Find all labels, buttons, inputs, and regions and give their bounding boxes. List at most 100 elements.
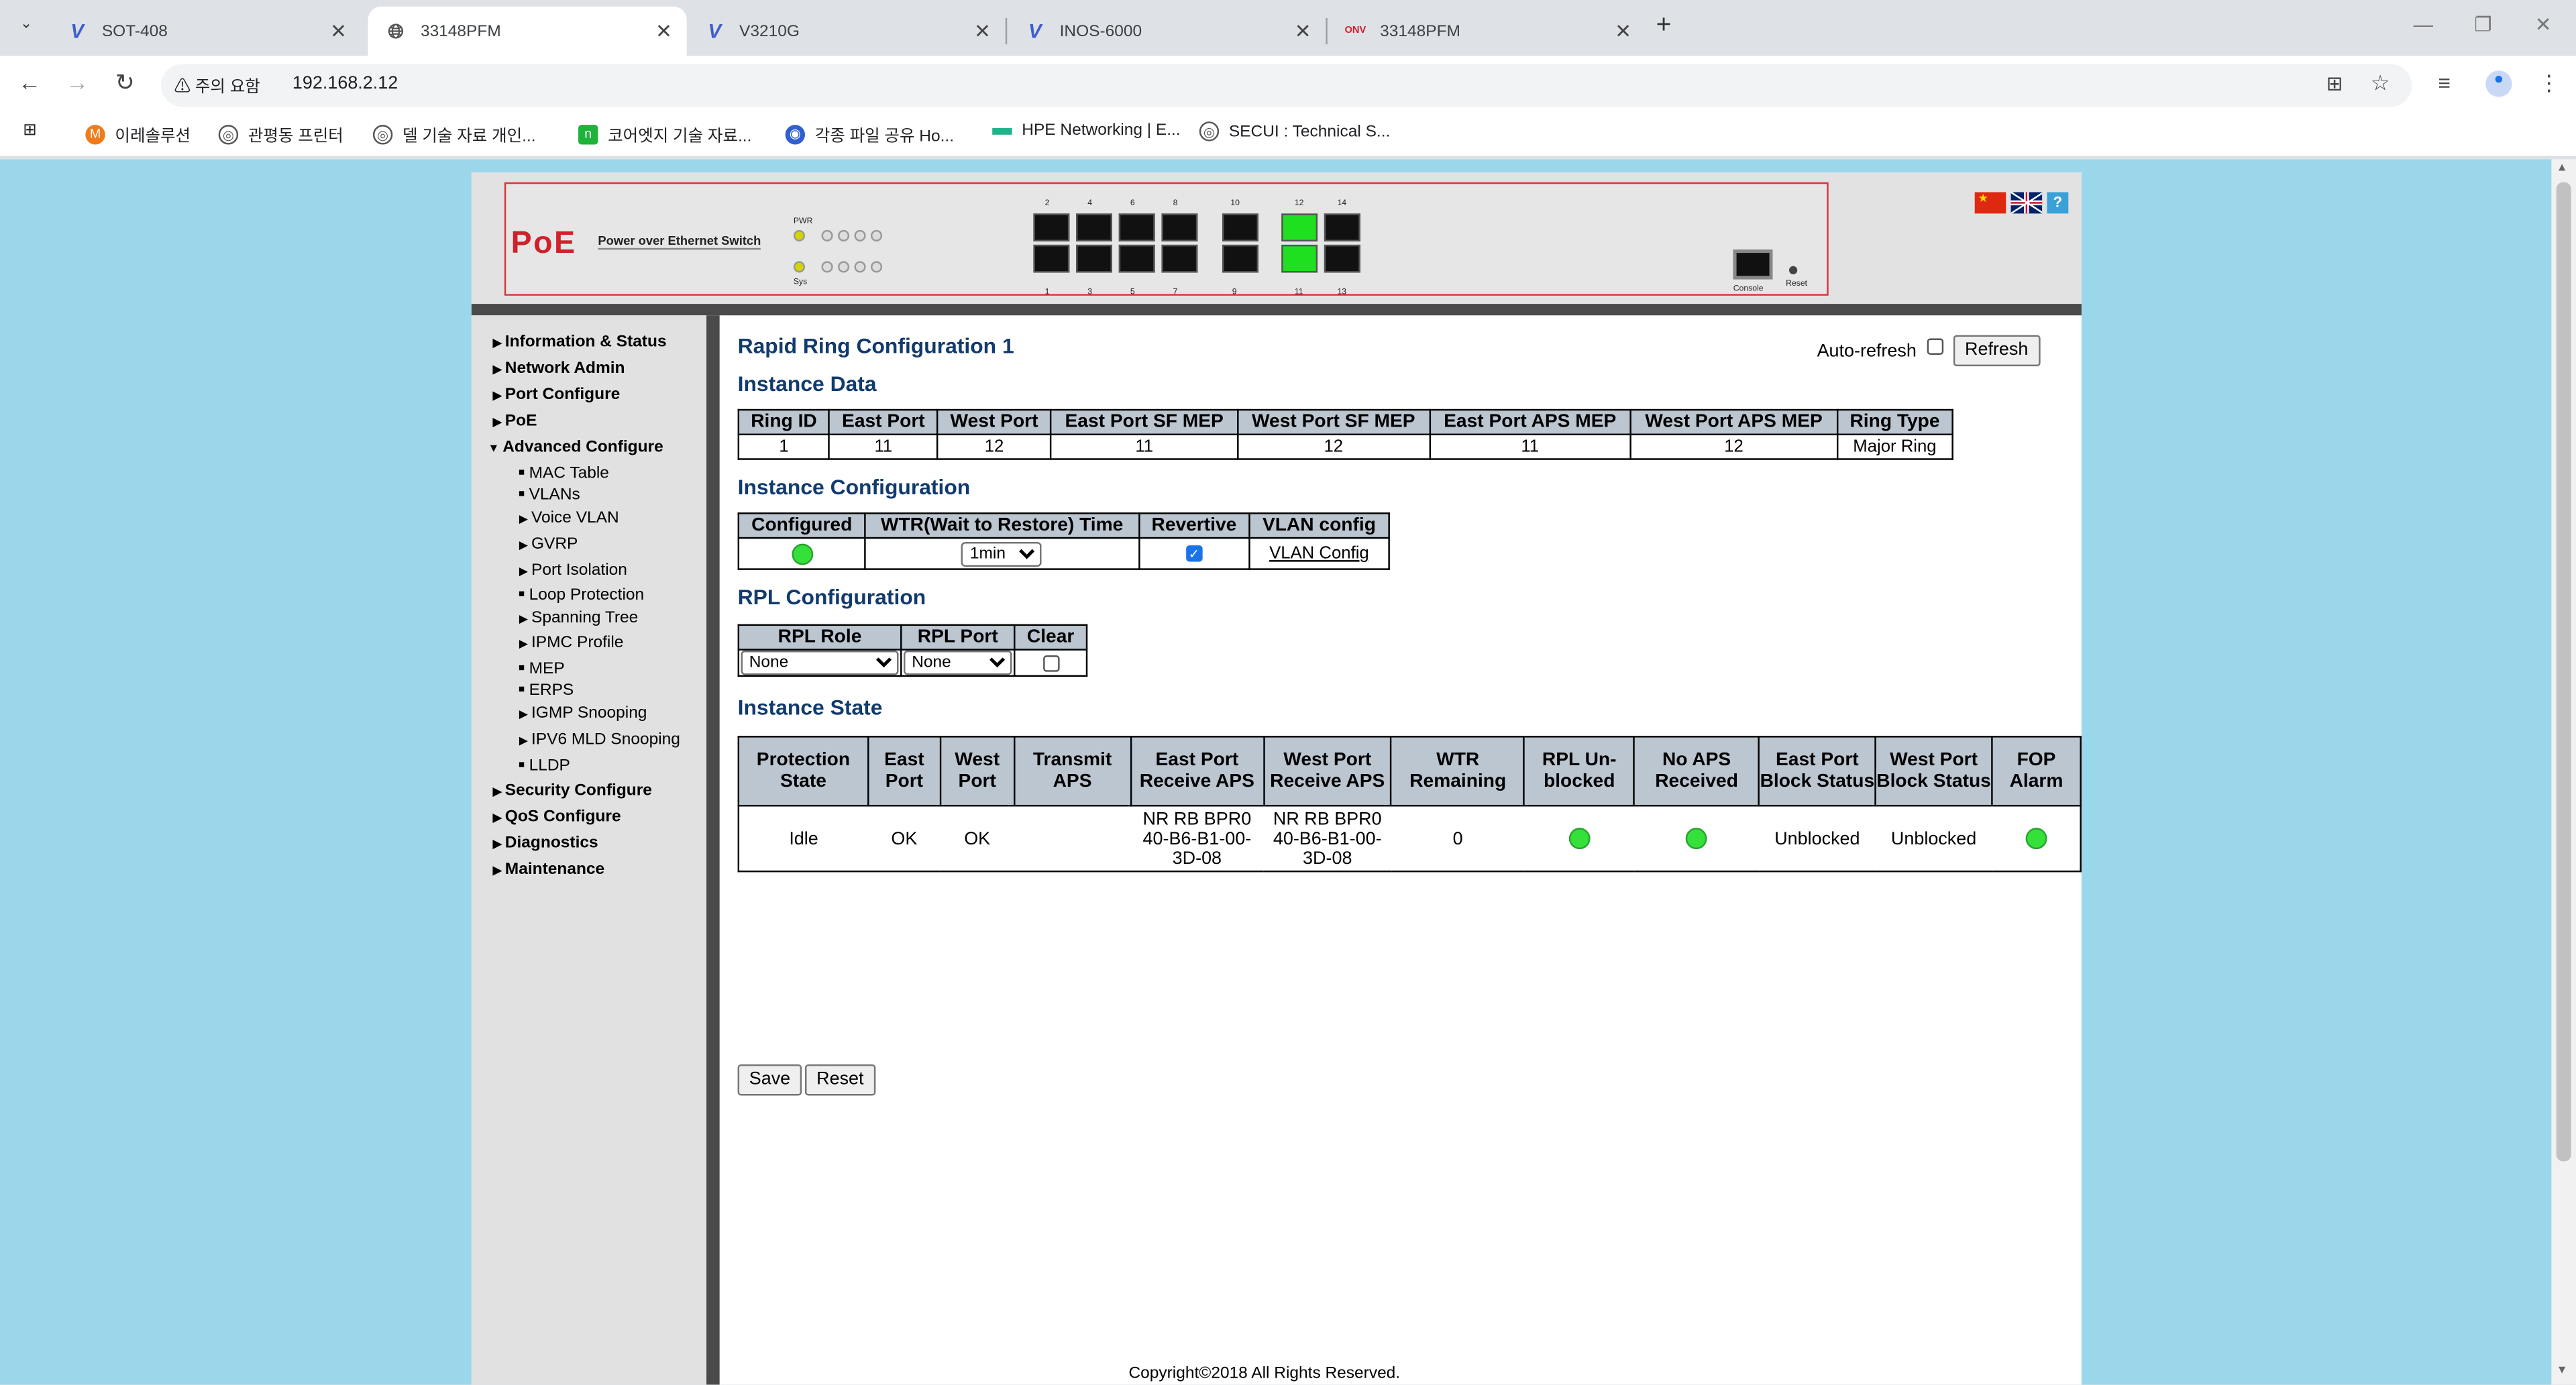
port-9[interactable] xyxy=(1222,244,1258,273)
reload-icon[interactable]: ↻ xyxy=(110,69,140,97)
rpl-port-select[interactable]: None xyxy=(903,650,1012,675)
wtr-time-select[interactable]: 1min xyxy=(961,541,1042,566)
reset-button[interactable]: Reset xyxy=(805,1064,875,1096)
bookmark-1[interactable]: M 이레솔루션 xyxy=(85,121,191,146)
china-flag-icon[interactable]: ★ xyxy=(1974,192,2006,214)
rpl-role-select[interactable]: None xyxy=(741,650,899,675)
port-7[interactable] xyxy=(1161,244,1198,273)
tab-33148pfm-onv[interactable]: ONV 33148PFM ✕ xyxy=(1328,7,1646,56)
tab-v3210g[interactable]: V V3210G ✕ xyxy=(687,7,1006,56)
bookmark-7[interactable]: ◎ SECUI : Technical S... xyxy=(1199,121,1390,142)
configured-status-icon xyxy=(791,543,813,565)
nav-qos-configure[interactable]: ▶ QoS Configure xyxy=(493,808,621,826)
tab-33148pfm-active[interactable]: 🌐︎ 33148PFM ✕ xyxy=(368,6,687,56)
bookmark-5[interactable]: ◉ 각종 파일 공유 Ho... xyxy=(785,121,954,146)
scroll-down-icon[interactable]: ▼ xyxy=(2557,1365,2568,1376)
minimize-icon[interactable]: — xyxy=(2414,13,2433,36)
nav-voice-vlan[interactable]: ▶ Voice VLAN xyxy=(519,509,619,527)
pwr-led xyxy=(793,229,806,242)
revertive-checkbox[interactable]: ✓ xyxy=(1185,545,1203,563)
nav-network-admin[interactable]: ▶ Network Admin xyxy=(493,359,625,378)
window-close-icon[interactable]: ✕ xyxy=(2535,13,2552,36)
nav-ipv6-mld-snooping[interactable]: ▶ IPV6 MLD Snooping xyxy=(519,731,680,749)
port-2[interactable] xyxy=(1033,213,1070,242)
nav-gvrp[interactable]: ▶ GVRP xyxy=(519,535,578,553)
bookmark-4[interactable]: n 코어엣지 기술 자료... xyxy=(578,121,751,146)
port-14[interactable] xyxy=(1324,213,1360,242)
port-4[interactable] xyxy=(1076,213,1112,242)
nav-erps[interactable]: ERPS xyxy=(519,681,574,700)
profile-icon[interactable]: ● xyxy=(2485,70,2512,97)
nav-information-status[interactable]: ▶ Information & Status xyxy=(493,333,667,351)
nav-port-configure[interactable]: ▶ Port Configure xyxy=(493,386,621,404)
tab-sot-408[interactable]: V SOT-408 ✕ xyxy=(49,7,361,56)
save-button[interactable]: Save xyxy=(737,1064,802,1096)
bookmark-6[interactable]: HPE Networking | E... xyxy=(992,121,1181,140)
west-receive-aps-cell: NR RB BPR0 40-B6-B1-00-3D-08 xyxy=(1273,809,1382,869)
apps-icon[interactable]: ⊞ xyxy=(23,121,37,140)
close-icon[interactable]: ✕ xyxy=(969,19,996,42)
close-icon[interactable]: ✕ xyxy=(651,19,677,42)
vlan-config-cell: VLAN Config xyxy=(1248,537,1390,570)
port-12[interactable] xyxy=(1281,213,1318,242)
tab-search-icon[interactable]: ⌄ xyxy=(13,15,40,41)
translate-icon[interactable]: ⊞ xyxy=(2326,72,2343,95)
nav-port-isolation[interactable]: ▶ Port Isolation xyxy=(519,562,627,580)
port-number: 1 xyxy=(1044,287,1050,298)
refresh-button[interactable]: Refresh xyxy=(1953,335,2040,367)
nav-diagnostics[interactable]: ▶ Diagnostics xyxy=(493,834,598,852)
port-1[interactable] xyxy=(1033,244,1070,273)
security-warning[interactable]: ⚠ 주의 요함 xyxy=(174,72,260,97)
bookmark-2[interactable]: ◎ 관평동 프린터 xyxy=(218,121,343,146)
close-icon[interactable]: ✕ xyxy=(1289,19,1316,42)
vlan-config-link[interactable]: VLAN Config xyxy=(1269,544,1369,563)
nav-mep[interactable]: MEP xyxy=(519,660,565,678)
nav-lldp[interactable]: LLDP xyxy=(519,757,570,775)
tab-inos-6000[interactable]: V INOS-6000 ✕ xyxy=(1007,7,1326,56)
bookmark-star-icon[interactable]: ☆ xyxy=(2371,70,2390,97)
port-10[interactable] xyxy=(1222,213,1258,242)
clear-cell xyxy=(1014,649,1088,677)
bookmark-3[interactable]: ◎ 델 기술 자료 개인... xyxy=(372,121,536,146)
clear-checkbox[interactable] xyxy=(1042,655,1059,671)
tab-list-icon[interactable]: ≡ xyxy=(2438,70,2451,95)
nav-igmp-snooping[interactable]: ▶ IGMP Snooping xyxy=(519,705,647,723)
column-header: RPL Un-blocked xyxy=(1523,736,1635,807)
auto-refresh-checkbox[interactable] xyxy=(1926,338,1943,355)
transmit-aps-cell xyxy=(1014,806,1131,871)
url-text[interactable]: 192.168.2.12 xyxy=(292,74,398,93)
port-11[interactable] xyxy=(1281,244,1318,273)
nav-spanning-tree[interactable]: ▶ Spanning Tree xyxy=(519,610,638,628)
port-8[interactable] xyxy=(1161,213,1198,242)
nav-vlans[interactable]: VLANs xyxy=(519,486,580,504)
port-3[interactable] xyxy=(1076,244,1112,273)
instance-config-table: Configured WTR(Wait to Restore) Time Rev… xyxy=(737,512,1390,570)
port-5[interactable] xyxy=(1118,244,1155,273)
page-scrollbar[interactable]: ▲ ▼ xyxy=(2551,159,2576,1385)
nav-poe[interactable]: ▶ PoE xyxy=(493,412,537,431)
menu-icon[interactable]: ⋮ xyxy=(2538,70,2560,97)
nav-security-configure[interactable]: ▶ Security Configure xyxy=(493,782,652,800)
help-icon[interactable]: ? xyxy=(2047,192,2069,214)
new-tab-icon[interactable]: + xyxy=(1656,11,1672,41)
restore-icon[interactable]: ❐ xyxy=(2474,13,2491,36)
forward-icon[interactable]: → xyxy=(62,69,92,95)
scroll-up-icon[interactable]: ▲ xyxy=(2557,162,2568,174)
close-icon[interactable]: ✕ xyxy=(1610,19,1636,42)
column-header: West Port xyxy=(936,408,1052,435)
back-icon[interactable]: ← xyxy=(15,69,44,95)
close-icon[interactable]: ✕ xyxy=(325,19,352,42)
switch-front-panel: PoE Power over Ethernet Switch PWR Sys 2 xyxy=(504,182,1829,298)
rpl-role-cell: None xyxy=(737,649,902,677)
nav-advanced-configure[interactable]: ▼ Advanced Configure xyxy=(488,439,663,457)
port-6[interactable] xyxy=(1118,213,1155,242)
nav-mac-table[interactable]: MAC Table xyxy=(519,465,609,483)
scrollbar-thumb[interactable] xyxy=(2556,182,2571,1162)
uk-flag-icon[interactable] xyxy=(2010,192,2043,214)
nav-loop-protection[interactable]: Loop Protection xyxy=(519,586,644,604)
nav-ipmc-profile[interactable]: ▶ IPMC Profile xyxy=(519,634,624,652)
nav-maintenance[interactable]: ▶ Maintenance xyxy=(493,861,604,879)
port-13[interactable] xyxy=(1324,244,1360,273)
instance-state-table: Protection State East Port West Port Tra… xyxy=(737,736,2082,873)
address-bar[interactable]: ⚠ 주의 요함 192.168.2.12 ⊞ ☆ xyxy=(161,64,2412,107)
